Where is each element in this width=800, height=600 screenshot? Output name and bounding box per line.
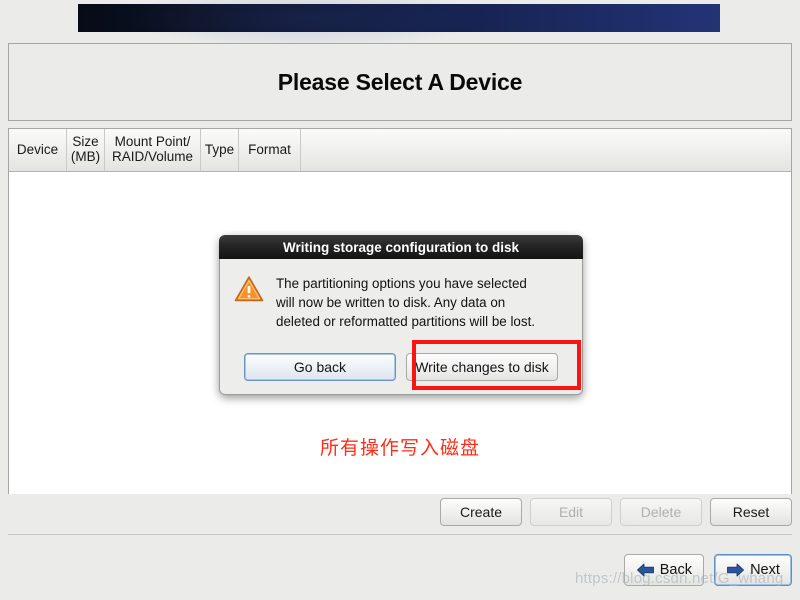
write-changes-to-disk-button[interactable]: Write changes to disk: [406, 353, 558, 382]
dialog-body: The partitioning options you have select…: [219, 259, 583, 396]
partition-action-buttons: Create Edit Delete Reset: [8, 498, 792, 526]
page-title: Please Select A Device: [277, 68, 523, 95]
device-table-header-row: Device Size (MB) Mount Point/ RAID/Volum…: [9, 129, 791, 172]
column-header-type[interactable]: Type: [201, 129, 239, 171]
watermark-text: https://blog.csdn.net/G_whang: [575, 570, 784, 587]
column-header-filler: [301, 129, 791, 171]
delete-button: Delete: [620, 498, 702, 526]
dialog-message-row: The partitioning options you have select…: [234, 273, 568, 331]
dialog-title-bar: Writing storage configuration to disk: [219, 235, 583, 259]
dialog-message-text: The partitioning options you have select…: [276, 276, 536, 330]
reset-button[interactable]: Reset: [710, 498, 792, 526]
column-header-size[interactable]: Size (MB): [67, 129, 105, 171]
warning-triangle-icon: [234, 275, 264, 308]
go-back-button[interactable]: Go back: [244, 353, 396, 382]
dialog-button-row: Go back Write changes to disk: [234, 353, 568, 382]
footer-divider: [8, 534, 792, 535]
column-header-format[interactable]: Format: [239, 129, 301, 171]
column-header-mount-point[interactable]: Mount Point/ RAID/Volume: [105, 129, 201, 171]
anaconda-banner: [78, 0, 720, 49]
page-title-panel: Please Select A Device: [8, 43, 792, 121]
write-storage-dialog: Writing storage configuration to disk Th…: [219, 235, 583, 396]
column-header-device[interactable]: Device: [9, 129, 67, 171]
edit-button: Edit: [530, 498, 612, 526]
chinese-annotation-note: 所有操作写入磁盘: [319, 437, 480, 459]
dialog-title-label: Writing storage configuration to disk: [282, 239, 519, 255]
create-button[interactable]: Create: [440, 498, 522, 526]
